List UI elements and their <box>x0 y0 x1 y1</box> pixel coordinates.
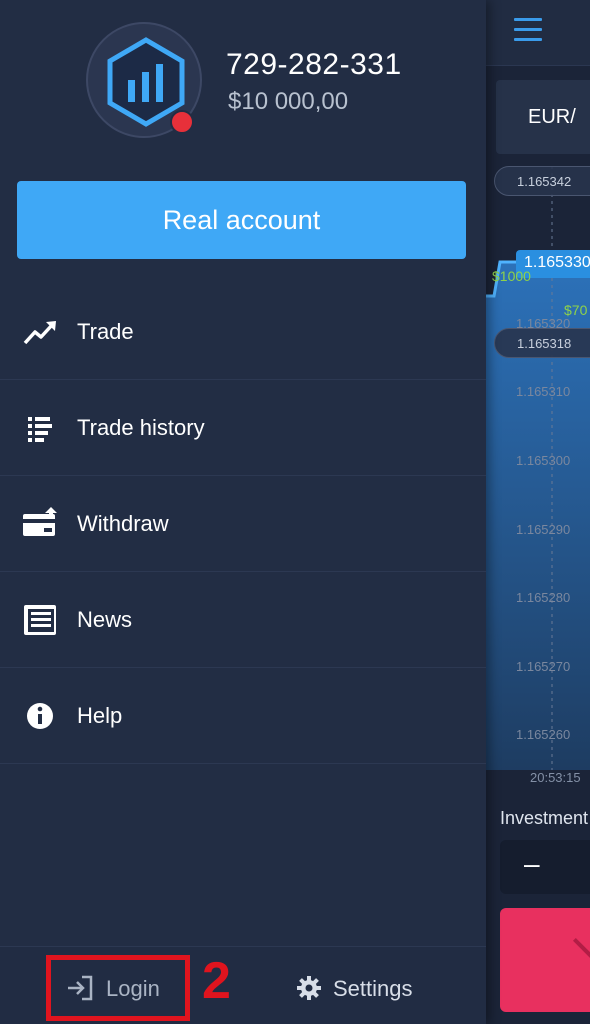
tick-label: 1.165310 <box>516 384 571 399</box>
sell-button[interactable] <box>500 908 590 1012</box>
trade-amount-1: $1000 <box>492 268 531 284</box>
login-label: Login <box>106 976 160 1001</box>
account-id: 729-282-331 <box>226 48 402 81</box>
card-icon <box>23 507 57 536</box>
newspaper-icon <box>24 605 56 635</box>
tick-label: 1.165270 <box>516 659 571 674</box>
chart-time-label: 20:53:15 <box>530 770 581 785</box>
trend-up-icon <box>23 321 56 345</box>
settings-label: Settings <box>333 976 413 1001</box>
side-drawer: 729-282-331 $10 000,00 Real account Trad… <box>0 0 486 1024</box>
menu-item-help[interactable]: Help <box>0 668 486 764</box>
investment-input[interactable] <box>500 840 590 894</box>
gear-icon <box>297 976 321 1000</box>
menu-item-label: Trade history <box>77 415 205 440</box>
status-badge <box>170 110 194 134</box>
price-pill-mid: 1.165318 <box>494 328 590 358</box>
settings-button[interactable]: Settings <box>292 958 442 1016</box>
account-balance: $10 000,00 <box>228 88 349 115</box>
real-account-button[interactable]: Real account <box>17 181 466 259</box>
step-annotation: 2 <box>202 952 231 1010</box>
hamburger-menu-icon[interactable] <box>514 18 542 42</box>
menu-item-withdraw[interactable]: Withdraw <box>0 476 486 572</box>
tick-label: 1.165300 <box>516 453 571 468</box>
login-button[interactable]: Login <box>48 958 188 1020</box>
menu-item-news[interactable]: News <box>0 572 486 668</box>
menu-item-trade-history[interactable]: Trade history <box>0 380 486 476</box>
tick-label: 1.165290 <box>516 522 571 537</box>
menu-item-label: News <box>77 607 133 632</box>
tick-label: 1.165320 <box>516 316 571 331</box>
menu-item-label: Help <box>77 703 123 728</box>
asset-pair-label: EUR/ <box>528 106 576 128</box>
login-icon <box>68 975 93 1001</box>
tick-label: 1.165280 <box>516 590 571 605</box>
drawer-footer: Login 2 Settings <box>0 946 486 1024</box>
drawer-menu: Trade Trade history Withdraw News Help <box>0 284 486 764</box>
tick-label: 1.165260 <box>516 727 571 742</box>
info-icon <box>27 703 53 729</box>
menu-item-label: Withdraw <box>77 511 169 536</box>
menu-item-trade[interactable]: Trade <box>0 284 486 380</box>
price-pill-top: 1.165342 <box>494 166 590 196</box>
decrease-investment-button[interactable]: – <box>524 848 540 880</box>
investment-label: Investment <box>500 808 589 828</box>
list-icon <box>28 417 52 442</box>
menu-item-label: Trade <box>77 319 134 344</box>
trading-app-background: EUR/ 1.165342 1.165318 1.165330 $1000 $7… <box>486 0 590 1024</box>
